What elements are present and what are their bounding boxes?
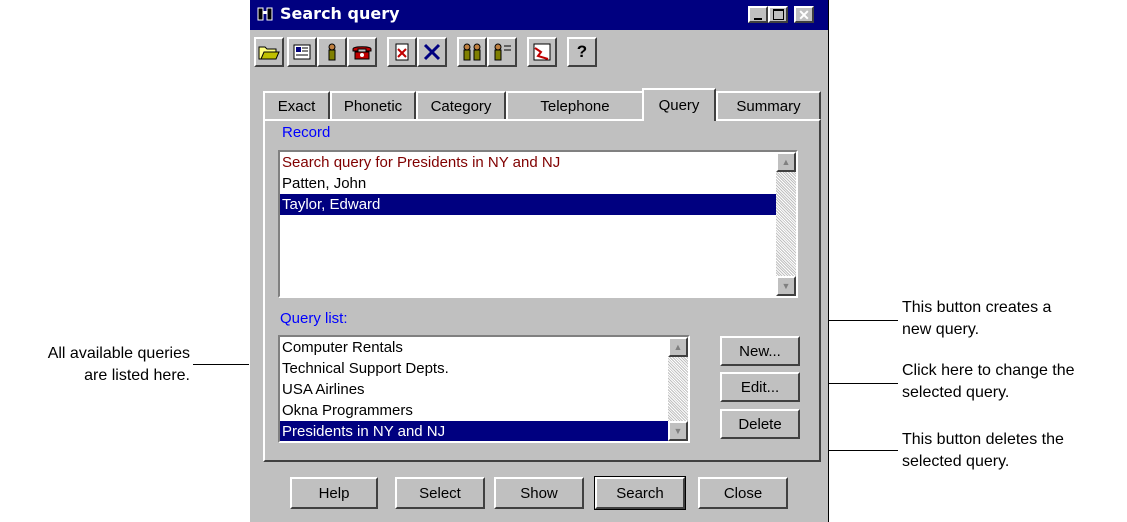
list-item[interactable]: Search query for Presidents in NY and NJ — [280, 152, 796, 173]
annotation-query-list: All available queries are listed here. — [0, 343, 190, 387]
annotation-line-2: selected query. — [902, 453, 1010, 470]
annotation-line-1: All available queries — [47, 345, 190, 362]
record-listbox[interactable]: Search query for Presidents in NY and NJ… — [278, 150, 798, 298]
record-scrollbar[interactable]: ▲ ▼ — [776, 152, 796, 296]
scroll-down-button[interactable]: ▼ — [776, 276, 796, 296]
list-item[interactable]: Computer Rentals — [280, 337, 688, 358]
minimize-button[interactable] — [748, 6, 768, 23]
tab-exact[interactable]: Exact — [263, 91, 330, 119]
remove-button[interactable] — [417, 37, 447, 67]
people-icon — [463, 43, 481, 61]
annotation-line-2: are listed here. — [84, 367, 190, 384]
select-button[interactable]: Select — [395, 477, 485, 509]
minimize-icon — [754, 17, 762, 20]
cross-icon — [423, 43, 441, 61]
person-button[interactable] — [317, 37, 347, 67]
button-label: Show — [520, 484, 558, 502]
annotation-line-2: new query. — [902, 321, 980, 338]
card-button[interactable] — [287, 37, 317, 67]
list-item[interactable]: Patten, John — [280, 173, 796, 194]
telephone-button[interactable] — [347, 37, 377, 67]
person-list-button[interactable] — [487, 37, 517, 67]
delete-doc-icon — [395, 43, 409, 61]
tab-label: Phonetic — [343, 97, 403, 115]
annotation-line-1: Click here to change the — [902, 362, 1075, 379]
person-icon — [328, 43, 336, 61]
delete-query-button[interactable]: Delete — [720, 409, 800, 439]
query-list-label: Query list: — [280, 310, 348, 327]
maximize-button[interactable] — [768, 6, 788, 23]
button-label: Select — [419, 484, 461, 502]
list-item[interactable]: Presidents in NY and NJ — [280, 421, 668, 441]
button-label: Edit... — [740, 378, 780, 396]
button-label: Close — [723, 484, 763, 502]
annotation-line-1: This button creates a — [902, 299, 1052, 316]
tab-label: Exact — [277, 97, 316, 115]
annotation-delete: This button deletes the selected query. — [902, 429, 1122, 473]
tab-label: Query — [658, 97, 700, 114]
tab-summary[interactable]: Summary — [716, 91, 821, 119]
close-bottom-button[interactable]: Close — [698, 477, 788, 509]
tab-label: Category — [430, 97, 492, 115]
telephone-icon — [352, 46, 372, 60]
button-label: Search — [616, 484, 664, 502]
edit-query-button[interactable]: Edit... — [720, 372, 800, 402]
tab-label: Summary — [736, 97, 801, 115]
window-title: Search query — [280, 4, 400, 23]
button-label: New... — [739, 342, 781, 360]
list-item[interactable]: Taylor, Edward — [280, 194, 776, 215]
list-item[interactable]: USA Airlines — [280, 379, 688, 400]
chevron-up-icon: ▲ — [673, 342, 683, 352]
delete-record-button[interactable] — [387, 37, 417, 67]
list-item[interactable]: Technical Support Depts. — [280, 358, 688, 379]
annotation-line-1: This button deletes the — [902, 431, 1064, 448]
chevron-down-icon: ▼ — [781, 281, 791, 291]
record-label: Record — [282, 124, 331, 141]
close-button[interactable]: ✕ — [794, 6, 814, 23]
maximize-icon — [772, 9, 784, 20]
query-scrollbar[interactable]: ▲ ▼ — [668, 337, 688, 441]
annotation-edit: Click here to change the selected query. — [902, 360, 1127, 404]
search-button[interactable]: Search — [594, 476, 686, 510]
binoculars-icon — [256, 6, 276, 24]
annotation-new: This button creates a new query. — [902, 297, 1122, 341]
tab-query[interactable]: Query — [642, 88, 716, 121]
person-list-icon — [494, 43, 511, 61]
tab-label: Telephone — [540, 97, 610, 115]
tab-category[interactable]: Category — [416, 91, 506, 119]
chevron-down-icon: ▼ — [673, 426, 683, 436]
open-folder-icon — [258, 46, 280, 60]
open-button[interactable] — [254, 37, 284, 67]
annotation-line-2: selected query. — [902, 384, 1010, 401]
title-bar[interactable]: Search query ✕ — [250, 0, 828, 30]
close-icon: ✕ — [798, 6, 810, 23]
query-listbox[interactable]: Computer Rentals Technical Support Depts… — [278, 335, 690, 443]
tab-phonetic[interactable]: Phonetic — [330, 91, 416, 119]
button-label: Delete — [738, 415, 782, 433]
scroll-up-button[interactable]: ▲ — [668, 337, 688, 357]
people-button[interactable] — [457, 37, 487, 67]
new-query-button[interactable]: New... — [720, 336, 800, 366]
show-button[interactable]: Show — [494, 477, 584, 509]
card-icon — [293, 44, 311, 60]
help-button[interactable]: ? — [567, 37, 597, 67]
help-bottom-button[interactable]: Help — [290, 477, 378, 509]
help-icon: ? — [576, 42, 588, 61]
chart-icon — [533, 43, 551, 61]
scroll-down-button[interactable]: ▼ — [668, 421, 688, 441]
search-query-window: Search query ✕ ? Exact Phonetic Category… — [249, 0, 829, 522]
list-item[interactable]: Okna Programmers — [280, 400, 688, 421]
button-label: Help — [318, 484, 350, 502]
tab-telephone[interactable]: Telephone — [506, 91, 644, 119]
scroll-up-button[interactable]: ▲ — [776, 152, 796, 172]
chart-button[interactable] — [527, 37, 557, 67]
chevron-up-icon: ▲ — [781, 157, 791, 167]
